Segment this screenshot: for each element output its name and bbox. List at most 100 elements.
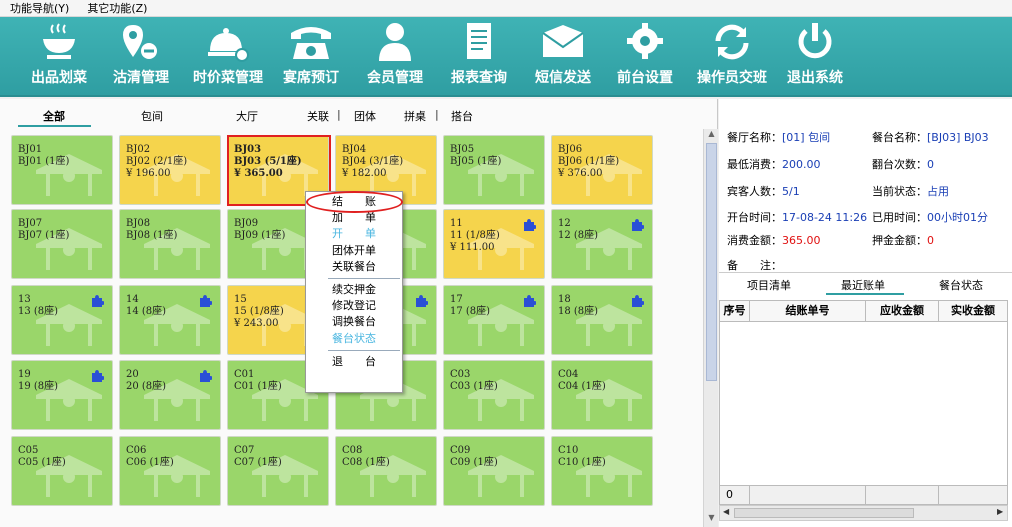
- note-field: 备 注：: [727, 259, 782, 272]
- context-menu-item[interactable]: 关联餐台: [306, 259, 402, 275]
- toolbar-dish-serve-button[interactable]: 出品划菜: [24, 21, 94, 93]
- tile-code: 12: [558, 218, 571, 229]
- puzzle-icon: [524, 295, 536, 307]
- menu-bar: 功能导航(Y) 其它功能(Z): [0, 0, 1012, 17]
- power-icon: [798, 23, 832, 59]
- table-tile[interactable]: C07 C07 (1座): [227, 436, 329, 506]
- context-menu: 结 账加 单开 单团体开单 关联餐台 续交押金 修改登记 调换餐台 餐台状态退 台: [305, 191, 403, 393]
- table-tile[interactable]: C10 C10 (1座): [551, 436, 653, 506]
- tile-code: 14: [126, 294, 139, 305]
- table-tile[interactable]: BJ05 BJ05 (1座): [443, 135, 545, 205]
- toolbar-settings-button[interactable]: 前台设置: [610, 21, 680, 93]
- table-tile[interactable]: 11 11 (1/8座) ¥ 111.00: [443, 209, 545, 279]
- used-time: 已用时间：00小时01分: [872, 211, 988, 224]
- column-received[interactable]: 实收金额: [939, 301, 1007, 321]
- table-tile[interactable]: 12 12 (8座): [551, 209, 653, 279]
- toolbar-report-button[interactable]: 报表查询: [444, 21, 514, 93]
- tab-recent-bills[interactable]: 最近账单: [841, 277, 885, 293]
- table-tile[interactable]: 17 17 (8座): [443, 285, 545, 355]
- table-tile[interactable]: C08 C08 (1座): [335, 436, 437, 506]
- toolbar-member-button[interactable]: 会员管理: [360, 21, 430, 93]
- menu-nav[interactable]: 功能导航(Y): [0, 1, 77, 16]
- toolbar-shift-button[interactable]: 操作员交班: [692, 21, 772, 93]
- table-tile[interactable]: 14 14 (8座): [119, 285, 221, 355]
- tile-seats: BJ07 (1座): [18, 230, 70, 241]
- tile-seats: C09 (1座): [450, 457, 498, 468]
- active-detail-tab-indicator: [826, 293, 904, 295]
- table-tile[interactable]: 20 20 (8座): [119, 360, 221, 430]
- tile-amount: ¥ 182.00: [342, 168, 387, 179]
- table-name: 餐台名称：[BJ03] BJ03: [872, 131, 989, 144]
- footer-cell: [939, 486, 1007, 504]
- table-tile[interactable]: BJ08 BJ08 (1座): [119, 209, 221, 279]
- menu-other[interactable]: 其它功能(Z): [77, 1, 155, 16]
- hall-name: 餐厅名称：[01] 包间: [727, 131, 831, 144]
- table-tile[interactable]: BJ01 BJ01 (1座): [11, 135, 113, 205]
- tile-seats: C07 (1座): [234, 457, 282, 468]
- tile-seats: 12 (8座): [558, 230, 599, 241]
- table-tile[interactable]: BJ07 BJ07 (1座): [11, 209, 113, 279]
- bill-table-header: 序号 结账单号 应收金额 实收金额: [719, 300, 1008, 322]
- scroll-thumb[interactable]: [706, 143, 717, 381]
- deposit-amount: 押金金额：0: [872, 234, 934, 247]
- context-menu-item[interactable]: 调换餐台: [306, 314, 402, 330]
- tab-merge[interactable]: 拼桌: [404, 108, 426, 124]
- table-tile[interactable]: 19 19 (8座): [11, 360, 113, 430]
- table-tile[interactable]: 18 18 (8座): [551, 285, 653, 355]
- table-tile[interactable]: C05 C05 (1座): [11, 436, 113, 506]
- column-receivable[interactable]: 应收金额: [866, 301, 939, 321]
- toolbar-soldout-button[interactable]: 沽清管理: [106, 21, 176, 93]
- tile-seats: C06 (1座): [126, 457, 174, 468]
- info-panel: 餐厅名称：[01] 包间 餐台名称：[BJ03] BJ03 最低消费：200.0…: [719, 99, 1012, 527]
- table-tile[interactable]: 13 13 (8座): [11, 285, 113, 355]
- tile-code: BJ06: [558, 144, 583, 155]
- tile-code: 17: [450, 294, 463, 305]
- scroll-up-icon[interactable]: ▲: [706, 129, 717, 141]
- scroll-left-icon[interactable]: ◀: [723, 507, 729, 516]
- tab-takeout[interactable]: 搭台: [451, 108, 473, 124]
- vertical-scrollbar[interactable]: ▲ ▼: [703, 129, 718, 527]
- tab-link[interactable]: 关联: [307, 108, 329, 124]
- toolbar-sms-button[interactable]: 短信发送: [528, 21, 598, 93]
- table-tile[interactable]: BJ06 BJ06 (1/1座) ¥ 376.00: [551, 135, 653, 205]
- context-menu-item[interactable]: 修改登记: [306, 298, 402, 314]
- tab-items[interactable]: 项目清单: [747, 277, 791, 293]
- context-menu-item[interactable]: 团体开单: [306, 243, 402, 259]
- tab-group[interactable]: 团体: [354, 108, 376, 124]
- table-tile[interactable]: C06 C06 (1座): [119, 436, 221, 506]
- tile-code: 20: [126, 369, 139, 380]
- tab-room[interactable]: 包间: [141, 108, 163, 124]
- context-menu-item[interactable]: 续交押金: [306, 282, 402, 298]
- scroll-down-icon[interactable]: ▼: [706, 513, 717, 525]
- column-index[interactable]: 序号: [720, 301, 750, 321]
- toolbar-banquet-button[interactable]: 宴席预订: [276, 21, 346, 93]
- scroll-right-icon[interactable]: ▶: [997, 507, 1003, 516]
- toolbar-exit-button[interactable]: 退出系统: [780, 21, 850, 93]
- table-tile[interactable]: C09 C09 (1座): [443, 436, 545, 506]
- tile-code: C05: [18, 445, 39, 456]
- tile-seats: C03 (1座): [450, 381, 498, 392]
- tile-code: 13: [18, 294, 31, 305]
- tab-all[interactable]: 全部: [43, 108, 65, 124]
- detail-tabs: 项目清单 最近账单 餐台状态: [719, 272, 1012, 294]
- tab-table-status[interactable]: 餐台状态: [939, 277, 983, 293]
- tile-seats: BJ02 (2/1座): [126, 156, 188, 167]
- tile-code: BJ04: [342, 144, 367, 155]
- table-tile[interactable]: BJ02 BJ02 (2/1座) ¥ 196.00: [119, 135, 221, 205]
- tile-seats: BJ09 (1座): [234, 230, 286, 241]
- current-status: 当前状态：占用: [872, 185, 949, 198]
- hscroll-thumb[interactable]: [734, 508, 914, 518]
- tile-code: C01: [234, 369, 255, 380]
- table-tile[interactable]: C03 C03 (1座): [443, 360, 545, 430]
- horizontal-scrollbar[interactable]: ◀ ▶: [719, 505, 1008, 521]
- tile-code: BJ05: [450, 144, 475, 155]
- refresh-icon: [715, 24, 749, 60]
- tile-seats: C01 (1座): [234, 381, 282, 392]
- context-menu-item[interactable]: 退 台: [306, 354, 402, 370]
- table-tile[interactable]: C04 C04 (1座): [551, 360, 653, 430]
- column-bill-no[interactable]: 结账单号: [750, 301, 866, 321]
- toolbar-price-dish-button[interactable]: 时价菜管理: [190, 21, 266, 93]
- document-icon: [467, 23, 491, 59]
- tab-hall[interactable]: 大厅: [236, 108, 258, 124]
- context-menu-item: 开 单: [332, 227, 376, 241]
